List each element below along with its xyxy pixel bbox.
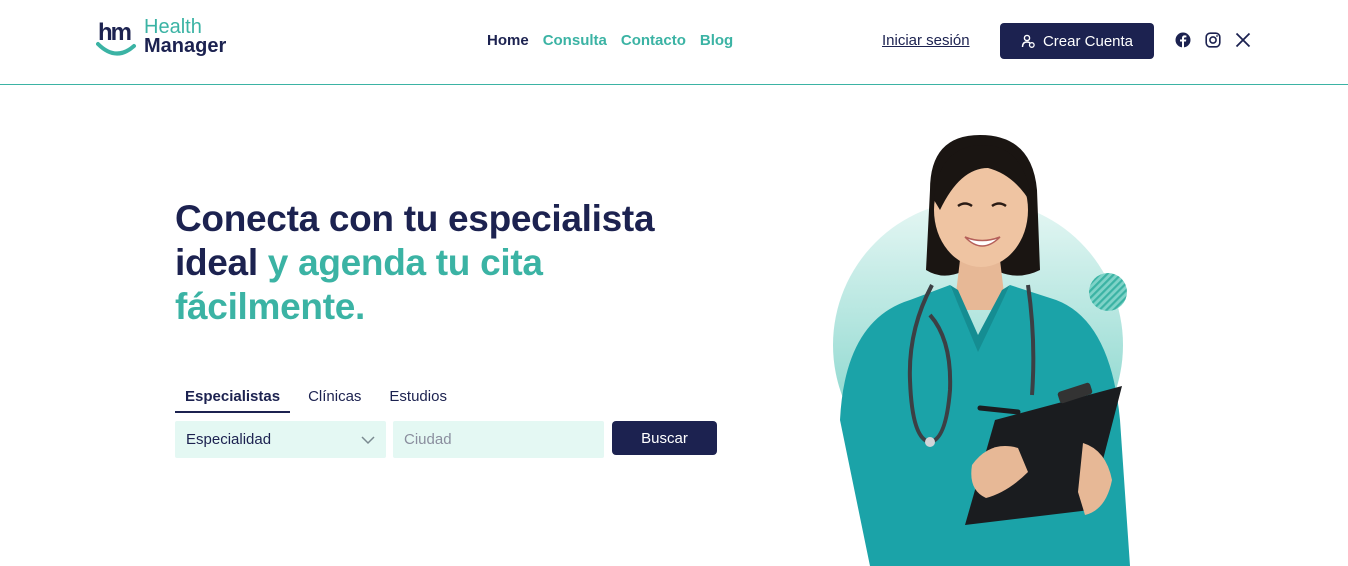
social-links xyxy=(1175,32,1251,48)
search-button[interactable]: Buscar xyxy=(612,421,717,455)
chevron-down-icon xyxy=(361,435,375,444)
nav-home[interactable]: Home xyxy=(487,32,529,49)
specialty-select-value: Especialidad xyxy=(186,431,272,448)
search-tabs: Especialistas Clínicas Estudios xyxy=(175,385,465,413)
svg-text:hm: hm xyxy=(98,19,131,46)
search-form: Especialidad Buscar xyxy=(175,421,717,458)
login-link[interactable]: Iniciar sesión xyxy=(882,32,970,49)
create-account-label: Crear Cuenta xyxy=(1042,32,1134,50)
user-plus-icon xyxy=(1021,34,1035,48)
nav-consulta[interactable]: Consulta xyxy=(543,32,607,49)
tab-especialistas[interactable]: Especialistas xyxy=(175,385,291,413)
brand-name-line2: Manager xyxy=(144,35,227,57)
brand-logo[interactable]: hm Health Manager xyxy=(96,17,227,62)
main-nav: Home Consulta Contacto Blog xyxy=(487,32,733,49)
specialty-select[interactable]: Especialidad xyxy=(175,421,386,458)
x-icon[interactable] xyxy=(1235,32,1251,48)
site-header: hm Health Manager Home Consulta Contacto… xyxy=(0,0,1348,85)
nav-blog[interactable]: Blog xyxy=(700,32,733,49)
striped-circle xyxy=(1089,273,1127,311)
tab-estudios[interactable]: Estudios xyxy=(379,385,457,413)
instagram-icon[interactable] xyxy=(1205,32,1221,48)
facebook-icon[interactable] xyxy=(1175,32,1191,48)
nav-contacto[interactable]: Contacto xyxy=(621,32,686,49)
create-account-button[interactable]: Crear Cuenta xyxy=(1000,23,1154,59)
logo-mark-icon: hm xyxy=(96,19,136,56)
doctor-illustration xyxy=(833,135,1130,566)
city-input[interactable] xyxy=(393,421,604,458)
tab-clinicas[interactable]: Clínicas xyxy=(298,385,371,413)
hero-title: Conecta con tu especialista ideal y agen… xyxy=(175,197,695,329)
